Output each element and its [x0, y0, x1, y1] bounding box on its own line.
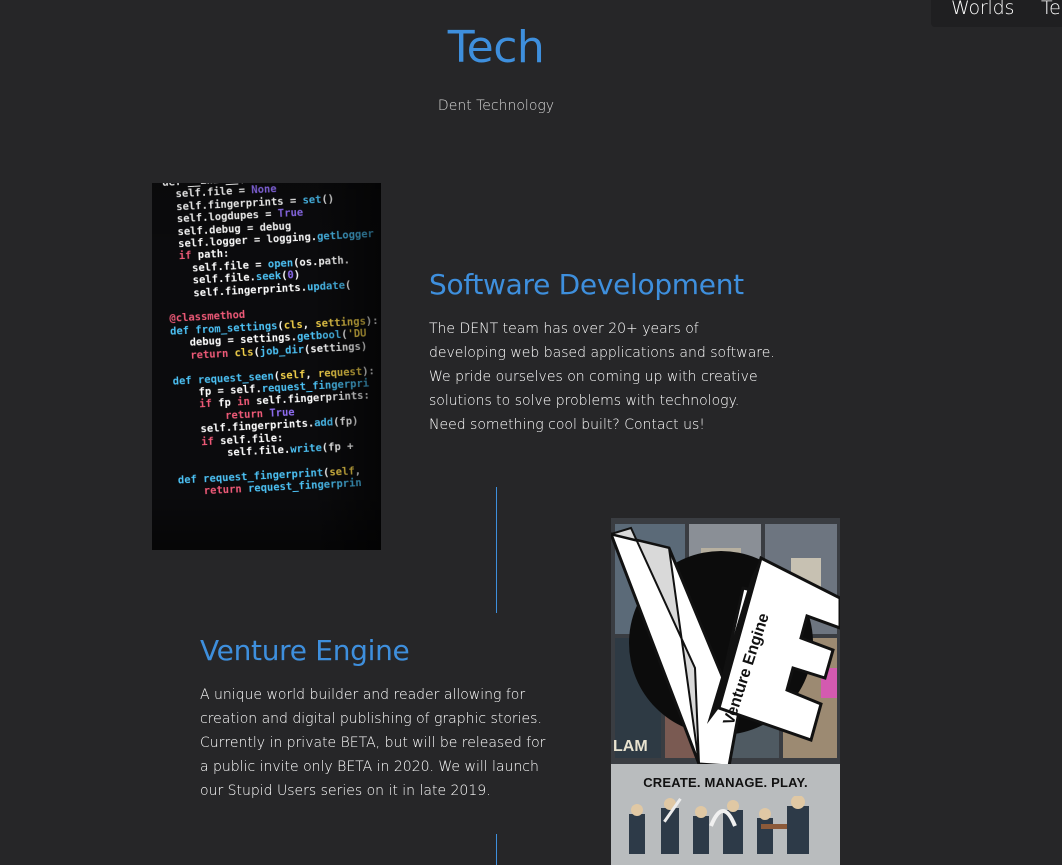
venture-engine-image: LAM Venture Engine CREATE. MANAGE. PLAY.: [611, 518, 840, 865]
venture-engine-logo: Venture Engine: [611, 526, 840, 768]
software-development-text: The DENT team has over 20+ years of deve…: [429, 321, 775, 433]
venture-engine-text: A unique world builder and reader allowi…: [200, 687, 546, 799]
nav-link-worlds[interactable]: Worlds: [951, 0, 1014, 19]
page-subtitle: Dent Technology: [437, 98, 555, 114]
timeline-divider: [496, 834, 497, 865]
characters-illustration: [629, 796, 809, 854]
nav-link-tech[interactable]: Te: [1041, 0, 1061, 19]
page-title: Tech: [447, 22, 545, 73]
timeline-divider: [496, 487, 497, 613]
tagline: CREATE. MANAGE. PLAY.: [643, 775, 808, 790]
page: Worlds Te Tech Dent Technology def __ini…: [0, 0, 1062, 865]
code-screenshot-image: def __init__(self): self.file = None sel…: [152, 183, 381, 550]
venture-engine-heading: Venture Engine: [200, 634, 410, 667]
software-development-heading: Software Development: [429, 268, 744, 301]
